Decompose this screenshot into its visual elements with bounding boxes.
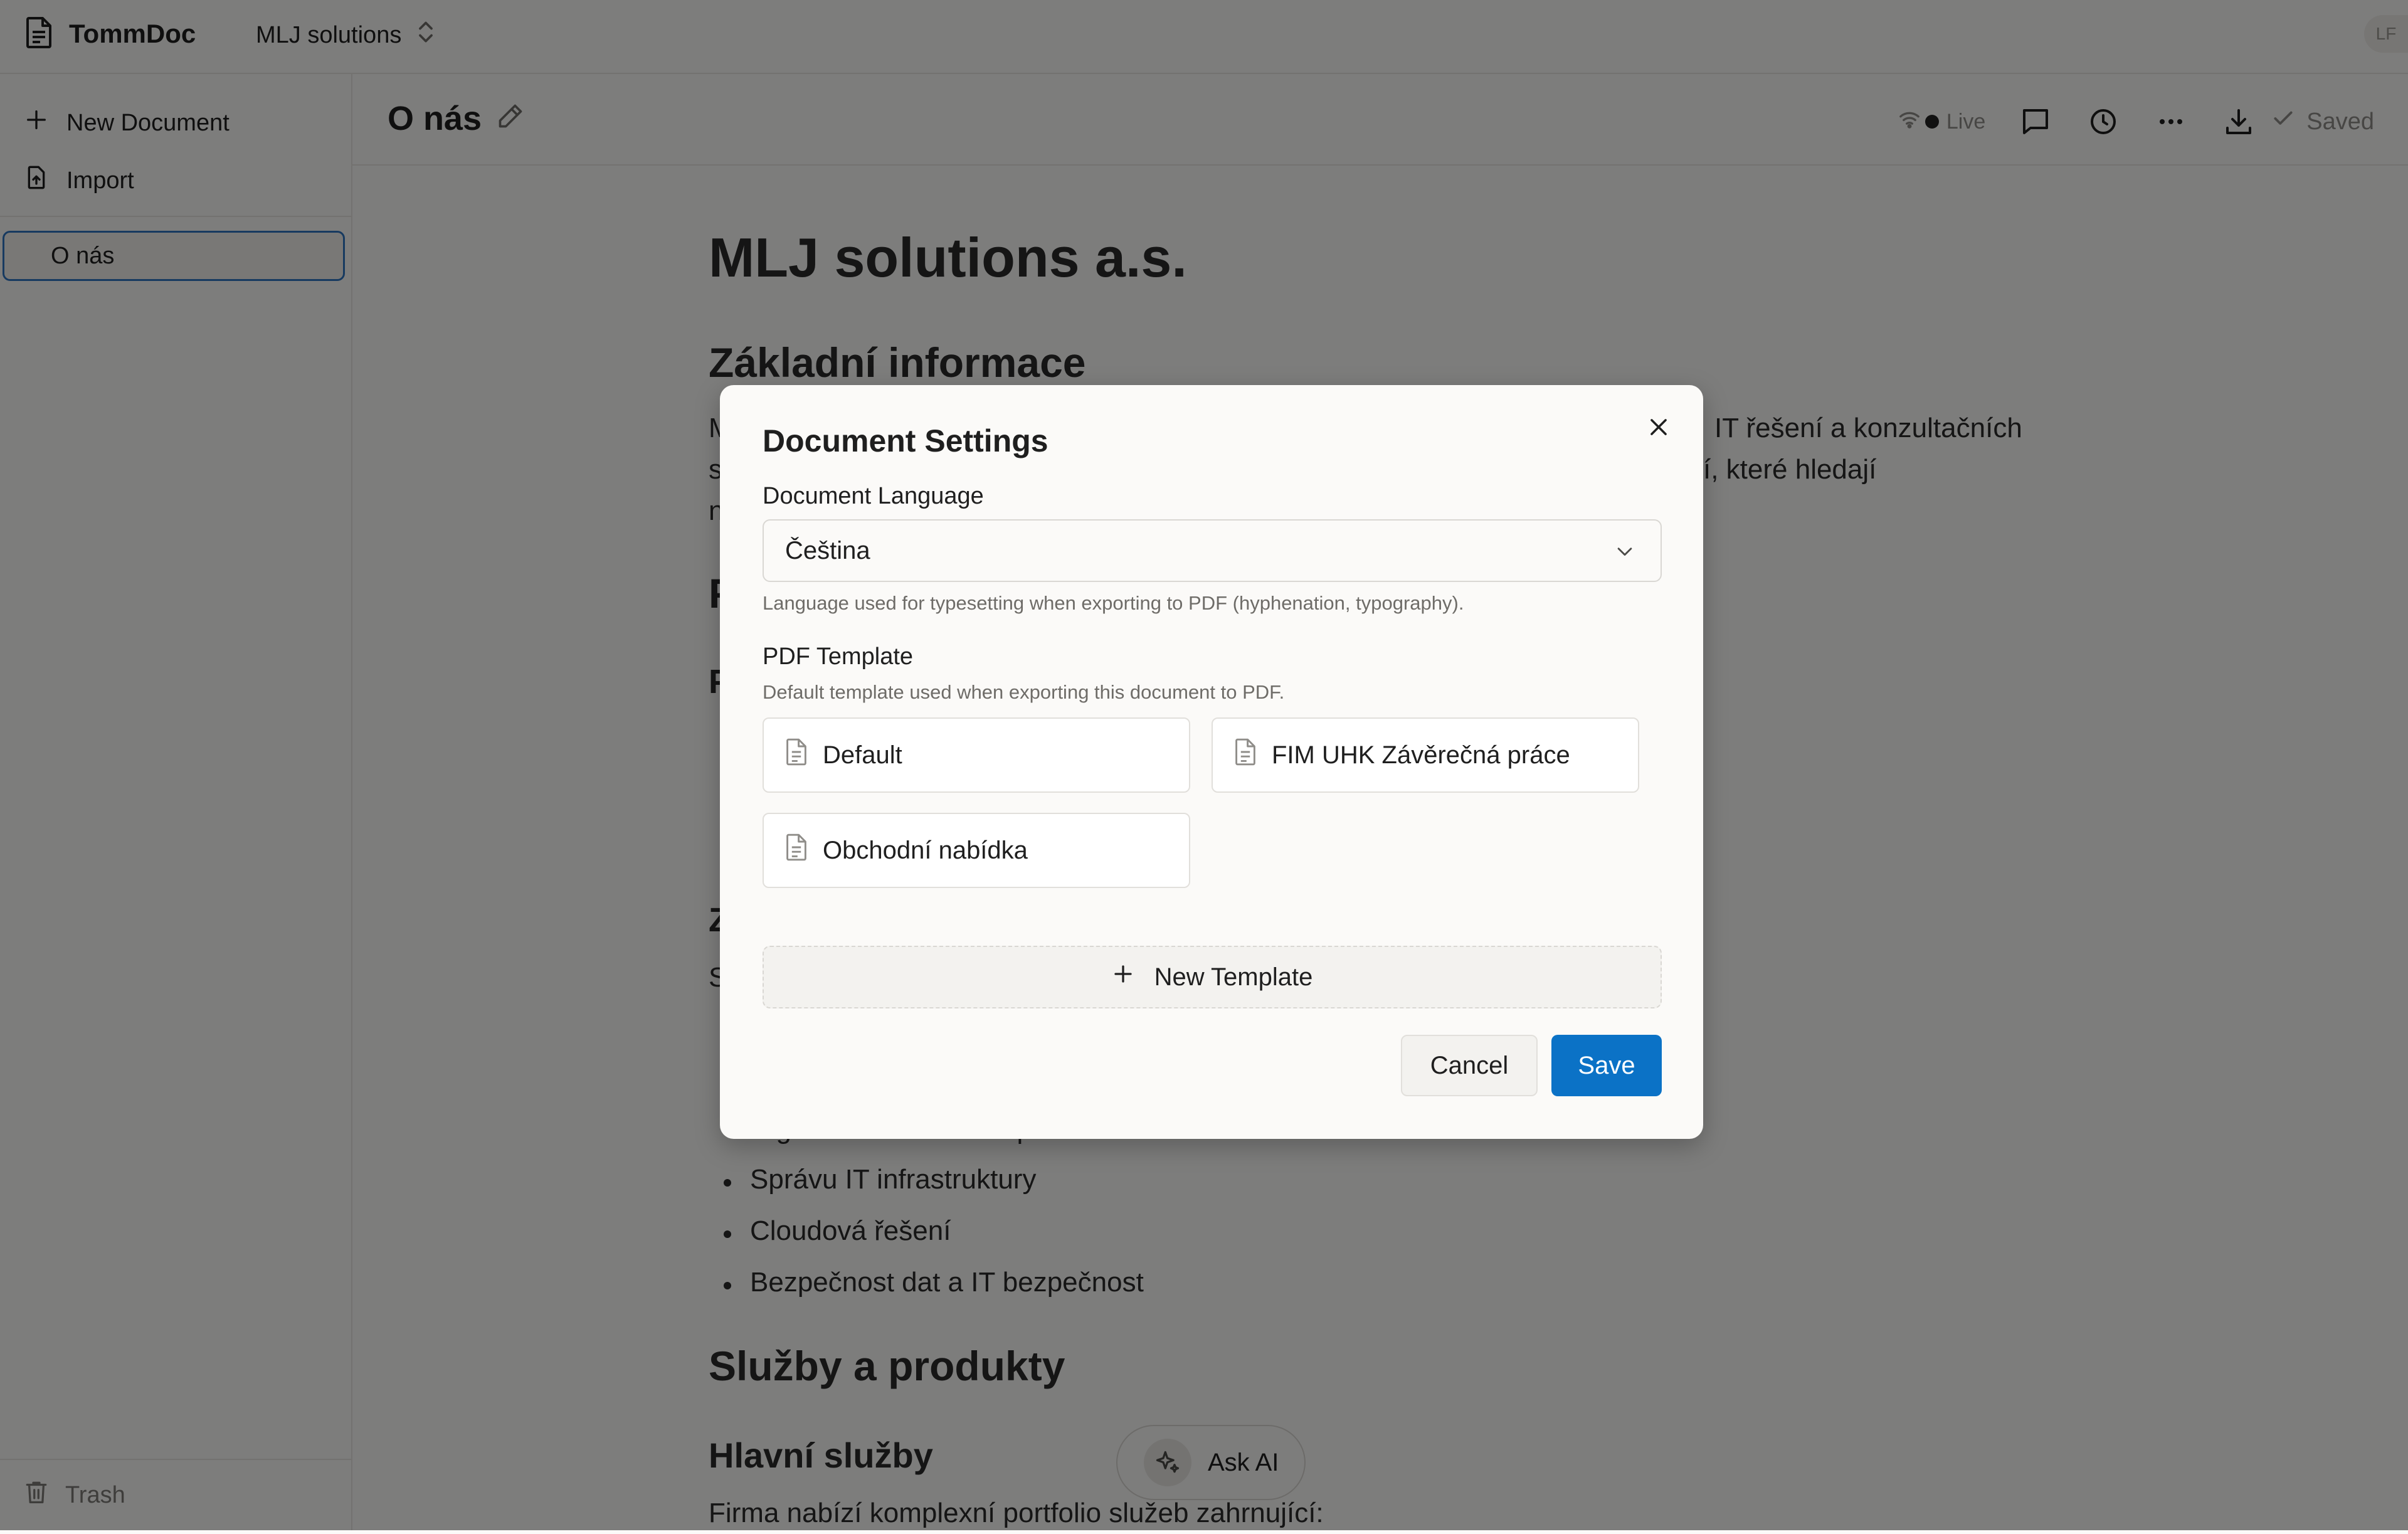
close-button[interactable]: [1643, 413, 1674, 444]
language-select[interactable]: Čeština: [763, 519, 1662, 582]
template-card-obchodni-nabidka[interactable]: Obchodní nabídka: [763, 813, 1190, 888]
file-icon: [785, 738, 823, 772]
new-template-button[interactable]: New Template: [763, 946, 1662, 1008]
file-icon: [1234, 738, 1272, 772]
template-name: Default: [823, 741, 902, 769]
template-hint: Default template used when exporting thi…: [763, 681, 1285, 703]
template-label: PDF Template: [763, 643, 914, 670]
close-icon: [1647, 415, 1671, 442]
template-name: Obchodní nabídka: [823, 836, 1028, 864]
document-settings-dialog: Document Settings Document Language Češt…: [720, 385, 1703, 1139]
language-label: Document Language: [763, 483, 984, 509]
cancel-button[interactable]: Cancel: [1401, 1035, 1538, 1096]
save-button[interactable]: Save: [1551, 1035, 1662, 1096]
template-card-fim-uhk[interactable]: FIM UHK Závěrečná práce: [1212, 717, 1639, 793]
file-icon: [785, 833, 823, 867]
template-name: FIM UHK Závěrečná práce: [1272, 741, 1570, 769]
plus-icon: [1112, 963, 1154, 992]
language-hint: Language used for typesetting when expor…: [763, 592, 1464, 614]
language-select-value: Čeština: [785, 536, 870, 564]
template-card-default[interactable]: Default: [763, 717, 1190, 793]
new-template-label: New Template: [1154, 963, 1313, 991]
dialog-title: Document Settings: [763, 423, 1048, 458]
